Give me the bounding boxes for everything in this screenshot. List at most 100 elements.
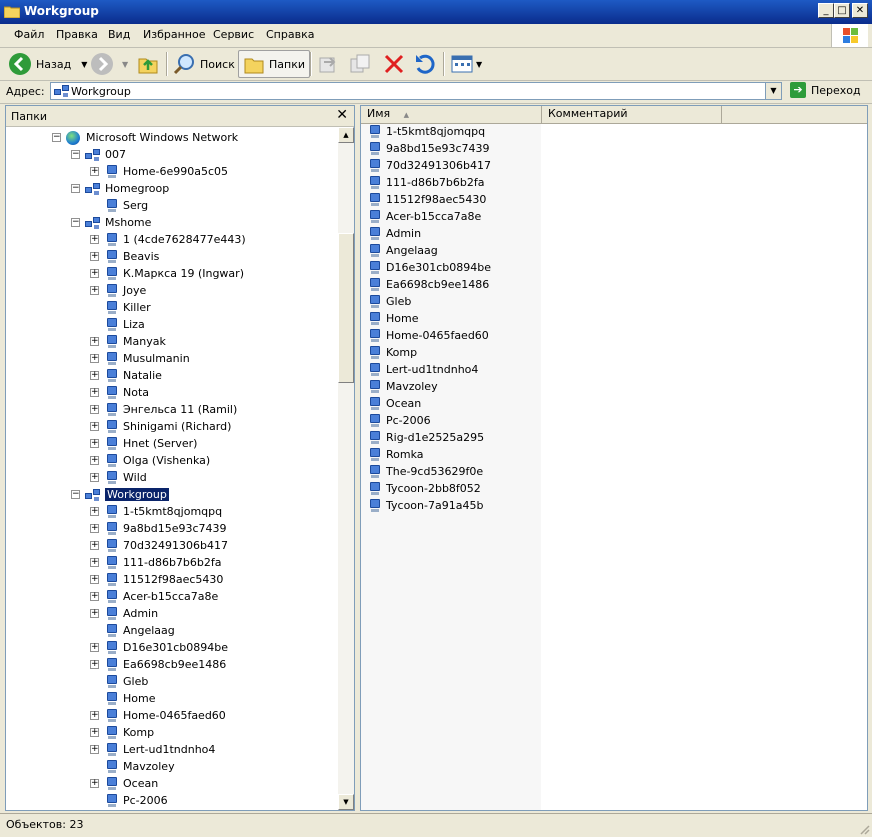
- list-item[interactable]: Home-0465faed60: [369, 327, 489, 344]
- list-item[interactable]: Lert-ud1tndnho4: [369, 361, 478, 378]
- list-item[interactable]: 70d32491306b417: [369, 157, 491, 174]
- list-item[interactable]: Mavzoley: [369, 378, 438, 395]
- tree-item[interactable]: Komp: [106, 724, 154, 741]
- list-item[interactable]: Acer-b15cca7a8e: [369, 208, 481, 225]
- list-item[interactable]: Ocean: [369, 395, 421, 412]
- collapse-icon[interactable]: −: [52, 133, 61, 142]
- expand-icon[interactable]: +: [90, 439, 99, 448]
- expand-icon[interactable]: +: [90, 473, 99, 482]
- tree-item[interactable]: Home-6e990a5c05: [106, 163, 228, 180]
- tree-item[interactable]: Pc-2006: [106, 792, 168, 809]
- expand-icon[interactable]: +: [90, 728, 99, 737]
- go-button[interactable]: ➔ Переход: [790, 82, 861, 98]
- tree-item[interactable]: Liza: [106, 316, 145, 333]
- tree-item[interactable]: Ocean: [106, 775, 158, 792]
- list-item[interactable]: 9a8bd15e93c7439: [369, 140, 490, 157]
- forward-button[interactable]: ▼: [90, 50, 128, 78]
- undo-button[interactable]: [413, 50, 437, 78]
- expand-icon[interactable]: +: [90, 388, 99, 397]
- tree-item[interactable]: 70d32491306b417: [106, 537, 228, 554]
- tree-item[interactable]: Mshome: [85, 214, 151, 231]
- tree-item[interactable]: Gleb: [106, 673, 148, 690]
- collapse-icon[interactable]: −: [71, 218, 80, 227]
- copy-to-button[interactable]: [348, 50, 372, 78]
- tree-item[interactable]: Acer-b15cca7a8e: [106, 588, 218, 605]
- list-item[interactable]: Komp: [369, 344, 417, 361]
- expand-icon[interactable]: +: [90, 643, 99, 652]
- title-bar[interactable]: Workgroup _ □ ✕: [0, 0, 872, 24]
- folder-tree[interactable]: − Microsoft Windows Network −007 + Home-6e99…: [6, 127, 338, 810]
- expand-icon[interactable]: +: [90, 745, 99, 754]
- scroll-down-button[interactable]: ▼: [338, 794, 354, 810]
- tree-item[interactable]: Angelaag: [106, 622, 175, 639]
- close-pane-icon[interactable]: ✕: [336, 107, 348, 123]
- back-dropdown-icon[interactable]: ▼: [81, 60, 87, 69]
- address-input[interactable]: Workgroup ▼: [50, 82, 782, 100]
- expand-icon[interactable]: +: [90, 541, 99, 550]
- minimize-button[interactable]: _: [818, 3, 834, 18]
- expand-icon[interactable]: +: [90, 422, 99, 431]
- list-item[interactable]: D16e301cb0894be: [369, 259, 491, 276]
- maximize-button[interactable]: □: [834, 3, 850, 18]
- expand-icon[interactable]: +: [90, 269, 99, 278]
- tree-item[interactable]: Musulmanin: [106, 350, 190, 367]
- tree-item[interactable]: Home-0465faed60: [106, 707, 226, 724]
- tree-item[interactable]: 9a8bd15e93c7439: [106, 520, 227, 537]
- collapse-icon[interactable]: −: [71, 490, 80, 499]
- move-to-button[interactable]: [316, 50, 340, 78]
- scroll-up-button[interactable]: ▲: [338, 127, 354, 143]
- expand-icon[interactable]: +: [90, 592, 99, 601]
- search-button[interactable]: Поиск: [172, 50, 235, 78]
- expand-icon[interactable]: +: [90, 609, 99, 618]
- tree-item[interactable]: 111-d86b7b6b2fa: [106, 554, 222, 571]
- menu-favorites[interactable]: Избранное: [143, 28, 205, 41]
- tree-item[interactable]: 1 (4cde7628477e443): [106, 231, 246, 248]
- expand-icon[interactable]: +: [90, 456, 99, 465]
- list-item[interactable]: Gleb: [369, 293, 411, 310]
- address-dropdown-button[interactable]: ▼: [765, 83, 781, 99]
- list-item[interactable]: Admin: [369, 225, 421, 242]
- tree-item[interactable]: Olga (Vishenka): [106, 452, 210, 469]
- tree-item[interactable]: Workgroup: [85, 486, 169, 503]
- list-item[interactable]: The-9cd53629f0e: [369, 463, 483, 480]
- tree-item[interactable]: Admin: [106, 605, 158, 622]
- tree-item[interactable]: Ea6698cb9ee1486: [106, 656, 226, 673]
- tree-item[interactable]: Joye: [106, 282, 146, 299]
- menu-file[interactable]: Файл: [14, 28, 44, 41]
- expand-icon[interactable]: +: [90, 779, 99, 788]
- back-button[interactable]: Назад ▼: [8, 50, 87, 78]
- expand-icon[interactable]: +: [90, 235, 99, 244]
- tree-item[interactable]: Home: [106, 690, 155, 707]
- list-item[interactable]: 111-d86b7b6b2fa: [369, 174, 485, 191]
- forward-dropdown-icon[interactable]: ▼: [122, 60, 128, 69]
- column-comment[interactable]: Комментарий: [542, 106, 722, 123]
- tree-item[interactable]: Microsoft Windows Network: [66, 129, 238, 146]
- expand-icon[interactable]: +: [90, 575, 99, 584]
- tree-item[interactable]: Энгельса 11 (Ramil): [106, 401, 237, 418]
- list-item[interactable]: Home: [369, 310, 418, 327]
- tree-scrollbar[interactable]: ▲ ▼: [338, 127, 354, 810]
- expand-icon[interactable]: +: [90, 405, 99, 414]
- list-item[interactable]: Romka: [369, 446, 424, 463]
- list-item[interactable]: Tycoon-2bb8f052: [369, 480, 481, 497]
- list-item[interactable]: Ea6698cb9ee1486: [369, 276, 489, 293]
- tree-item[interactable]: Shinigami (Richard): [106, 418, 231, 435]
- tree-item[interactable]: D16e301cb0894be: [106, 639, 228, 656]
- tree-item[interactable]: Killer: [106, 299, 151, 316]
- list-item[interactable]: Pc-2006: [369, 412, 431, 429]
- close-button[interactable]: ✕: [852, 3, 868, 18]
- expand-icon[interactable]: +: [90, 354, 99, 363]
- tree-item[interactable]: Hnet (Server): [106, 435, 197, 452]
- tree-item[interactable]: Manyak: [106, 333, 166, 350]
- resize-grip-icon[interactable]: [858, 823, 870, 835]
- expand-icon[interactable]: +: [90, 252, 99, 261]
- expand-icon[interactable]: +: [90, 507, 99, 516]
- folders-button[interactable]: Папки: [238, 50, 310, 78]
- expand-icon[interactable]: +: [90, 371, 99, 380]
- collapse-icon[interactable]: −: [71, 184, 80, 193]
- tree-item[interactable]: Lert-ud1tndnho4: [106, 741, 215, 758]
- expand-icon[interactable]: +: [90, 337, 99, 346]
- expand-icon[interactable]: +: [90, 660, 99, 669]
- tree-item[interactable]: 1-t5kmt8qjomqpq: [106, 503, 222, 520]
- column-name[interactable]: Имя ▲: [361, 106, 542, 123]
